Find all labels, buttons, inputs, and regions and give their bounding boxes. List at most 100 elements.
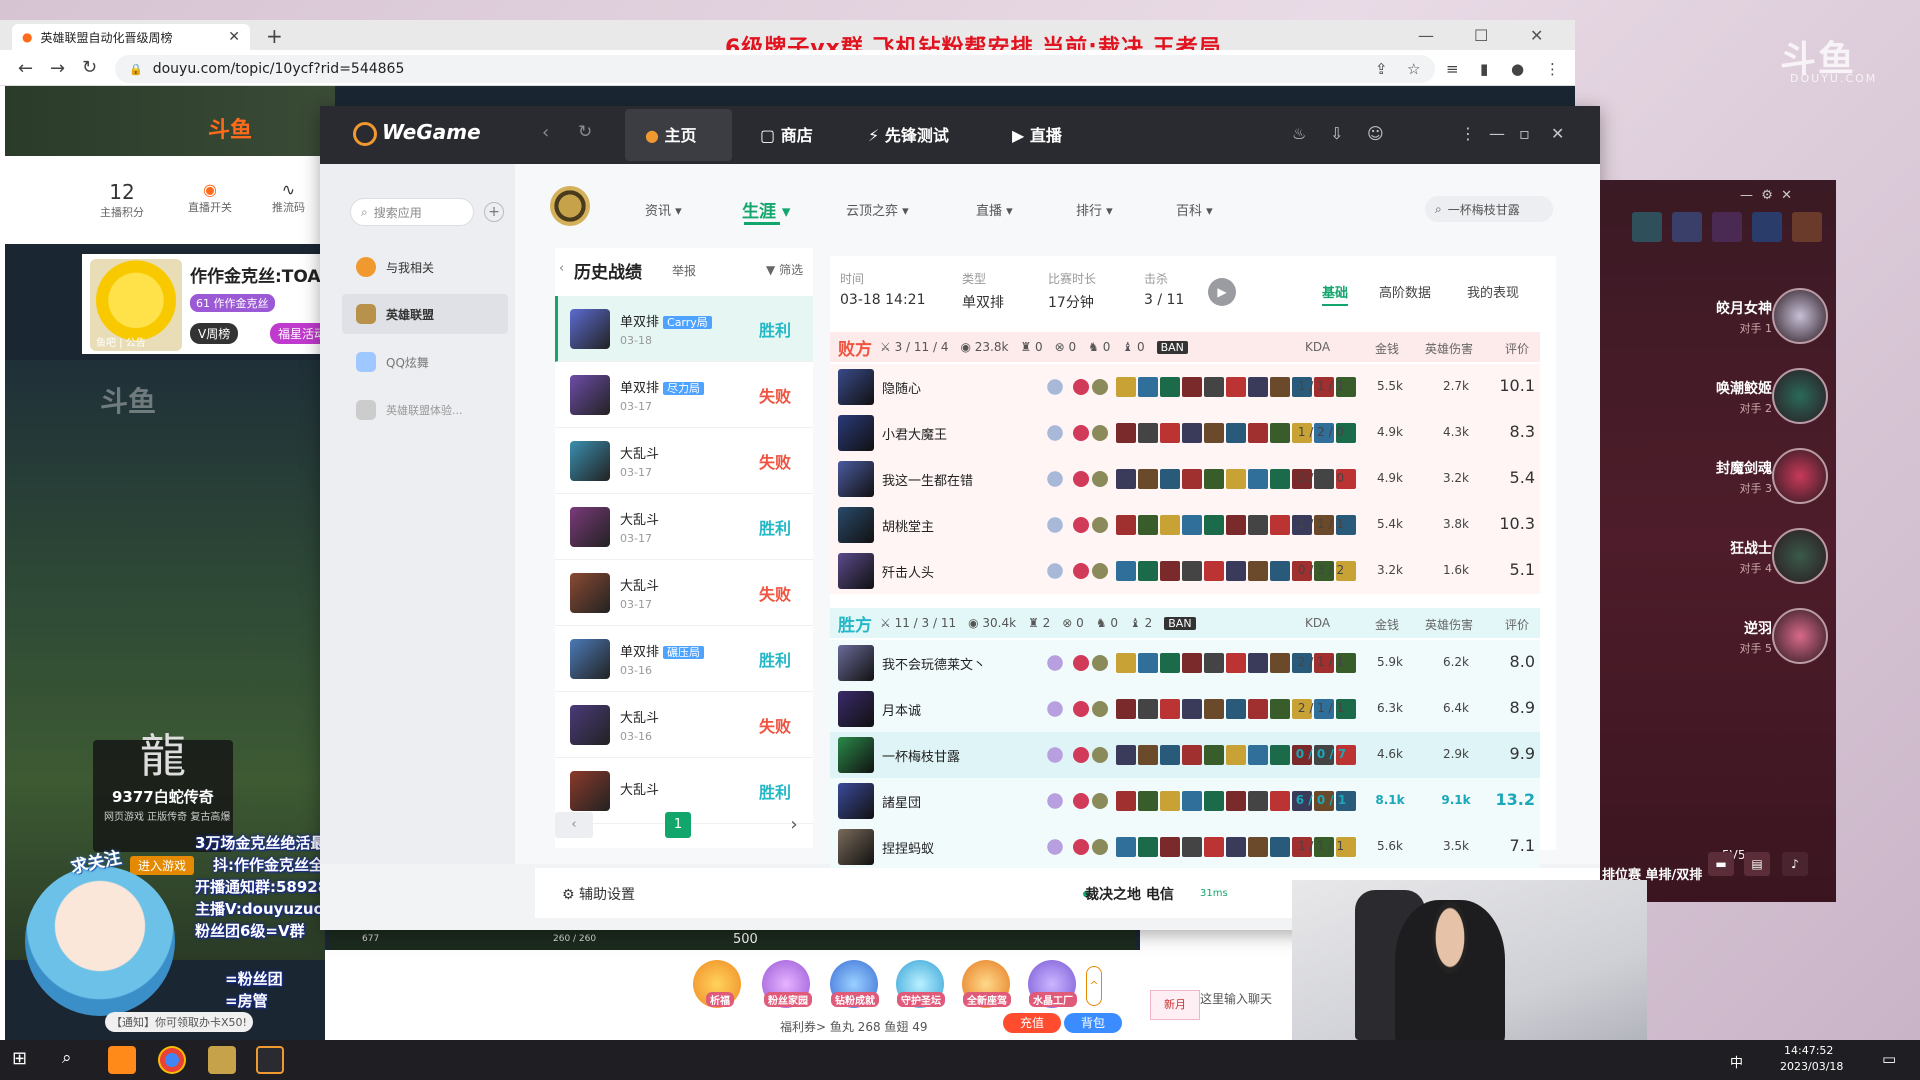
nav-career[interactable]: 生涯 ▾ (742, 197, 790, 222)
nav-tft[interactable]: 云顶之弈 ▾ (846, 200, 909, 219)
player-name[interactable]: 歼击人头 (882, 562, 1032, 581)
stat-points[interactable]: 12 主播积分 (100, 180, 144, 220)
bag-button[interactable]: 背包 (1064, 1013, 1122, 1033)
menu-icon[interactable]: ⋮ (1545, 60, 1560, 78)
notice-pill[interactable]: 【通知】你可领取办卡X50! (105, 1012, 253, 1032)
tab-store[interactable]: ▢ 商店 (760, 122, 813, 146)
refresh-icon[interactable]: ↻ (578, 122, 592, 142)
history-row[interactable]: 大乱斗 03-16 失败 (555, 692, 813, 758)
column-header[interactable]: 评价 (1505, 616, 1529, 633)
back-icon[interactable]: ‹ (542, 122, 549, 143)
column-header[interactable]: 金钱 (1375, 340, 1399, 357)
download-icon[interactable]: ⇩ (1330, 124, 1343, 143)
lol-client-icon[interactable] (208, 1046, 236, 1074)
assist-settings-button[interactable]: ⚙ 辅助设置 (562, 884, 635, 904)
media-icon[interactable]: ≡ (1446, 60, 1459, 78)
chrome-icon[interactable] (158, 1046, 186, 1074)
fan-badge[interactable]: 61 作作金克丝 (190, 294, 275, 312)
sub-labels[interactable]: 鱼吧 | 公告 (96, 334, 146, 349)
history-row[interactable]: 单双排 尽力局 03-17 失败 (555, 362, 813, 428)
douyu-logo[interactable]: 斗鱼 (208, 112, 252, 144)
close-tab-icon[interactable]: ✕ (228, 29, 240, 45)
history-row[interactable]: 大乱斗 03-17 失败 (555, 560, 813, 626)
history-row[interactable]: 大乱斗 03-17 失败 (555, 428, 813, 494)
nav-news[interactable]: 资讯 ▾ (645, 200, 682, 219)
ban-button[interactable]: BAN (1156, 340, 1188, 354)
profile-icon[interactable]: ● (1511, 60, 1524, 78)
server-name[interactable]: 裁决之地 电信 (1085, 884, 1174, 904)
minimize-icon[interactable]: — (1418, 26, 1434, 45)
chat-input[interactable]: 这里输入聊天 (1200, 990, 1272, 1007)
tab-advanced[interactable]: 高阶数据 (1379, 282, 1431, 301)
player-name[interactable]: 我这一生都在错 (882, 470, 1032, 489)
nav-wiki[interactable]: 百科 ▾ (1176, 200, 1213, 219)
player-name[interactable]: 胡桃堂主 (882, 516, 1032, 535)
collapse-icon[interactable]: ‹ (559, 261, 564, 276)
sidebar-item-qqdance[interactable]: QQ炫舞 (342, 342, 508, 382)
opponent-entry[interactable]: 狂战士 对手 4 (1600, 518, 1836, 594)
charge-button[interactable]: 充值 (1003, 1013, 1061, 1033)
tab-live[interactable]: ▶ 直播 (1012, 122, 1062, 146)
ban-button[interactable]: BAN (1164, 616, 1196, 630)
sidebar-item-related[interactable]: 与我相关 (342, 247, 508, 287)
achievement-icon[interactable]: ♨ (1292, 124, 1306, 143)
column-header[interactable]: 英雄伤害 (1425, 616, 1473, 633)
player-name[interactable]: 月本诚 (882, 700, 1032, 719)
opponent-entry[interactable]: 逆羽 对手 5 (1600, 598, 1836, 674)
player-name[interactable]: 小君大魔王 (882, 424, 1032, 443)
player-name[interactable]: 隐随心 (882, 378, 1032, 397)
history-row[interactable]: 单双排 碾压局 03-16 胜利 (555, 626, 813, 692)
sidebar-item-lol-test[interactable]: 英雄联盟体验... (342, 390, 508, 430)
column-header[interactable]: 评价 (1505, 340, 1529, 357)
filter-button[interactable]: ▼ 筛选 (766, 261, 803, 278)
history-row[interactable]: 单双排 Carry局 03-18 胜利 (555, 296, 813, 362)
nav-rank[interactable]: 排行 ▾ (1076, 200, 1113, 219)
browser-tab[interactable]: ● 英雄联盟自动化晋级周榜 ✕ (12, 24, 250, 50)
back-icon[interactable]: ← (18, 58, 33, 79)
share-icon[interactable]: ⇪ (1375, 60, 1388, 78)
lol-logo-icon[interactable] (550, 186, 590, 226)
next-page-button[interactable]: › (775, 812, 813, 838)
star-icon[interactable]: ☆ (1407, 60, 1420, 78)
player-search[interactable]: ⌕ 一杯梅枝甘露 (1425, 196, 1553, 222)
opponent-entry[interactable]: 唤潮鲛姬 对手 2 (1600, 358, 1836, 434)
opponent-entry[interactable]: 皎月女神 对手 1 (1600, 278, 1836, 354)
search-icon[interactable]: ⌕ (62, 1048, 72, 1068)
search-apps-input[interactable]: ⌕ 搜索应用 (350, 198, 474, 226)
chat-icon[interactable]: ▬ (1708, 852, 1734, 876)
player-name[interactable]: 諸星団 (882, 792, 1032, 811)
sidebar-item-lol[interactable]: 英雄联盟 (342, 294, 508, 334)
tab-pioneer[interactable]: ⚡ 先锋测试 (868, 122, 949, 146)
wegame-icon[interactable] (256, 1046, 284, 1074)
prev-page-button[interactable]: ‹ (555, 812, 593, 838)
taskbar-app-icon[interactable] (108, 1046, 136, 1074)
maximize-icon[interactable]: ▫ (1519, 124, 1530, 143)
url-field[interactable]: 🔒 douyu.com/topic/10ycf?rid=544865 (115, 55, 1435, 83)
clock-time[interactable]: 14:47:52 (1784, 1044, 1833, 1057)
tab-basic[interactable]: 基础 (1322, 282, 1349, 306)
tab-home[interactable]: ● 主页 (645, 122, 697, 146)
chat-gift-button[interactable]: 新月 (1150, 990, 1200, 1020)
notification-icon[interactable]: ▭ (1882, 1050, 1896, 1068)
sidepanel-icon[interactable]: ▮ (1480, 60, 1488, 78)
page-number[interactable]: 1 (665, 812, 691, 838)
player-name[interactable]: 捏捏蚂蚁 (882, 838, 1032, 857)
side-panel-controls[interactable]: — ⚙ ✕ (1740, 188, 1792, 203)
minimize-icon[interactable]: — (1489, 124, 1505, 143)
gift-scroll-up-icon[interactable]: ^ (1086, 966, 1102, 1006)
opponent-entry[interactable]: 封魔剑魂 对手 3 (1600, 438, 1836, 514)
close-icon[interactable]: ✕ (1551, 124, 1564, 143)
reload-icon[interactable]: ↻ (82, 57, 97, 78)
mic-icon[interactable]: ♪ (1782, 852, 1808, 876)
stat-stream-key[interactable]: ∿ 推流码 (272, 180, 305, 215)
ime-indicator[interactable]: 中 (1730, 1052, 1743, 1071)
player-name[interactable]: 一杯梅枝甘露 (882, 746, 1032, 765)
vweek-button[interactable]: V周榜 (190, 323, 239, 344)
add-app-icon[interactable]: + (484, 202, 504, 222)
report-button[interactable]: 举报 (672, 262, 696, 279)
column-header[interactable]: 金钱 (1375, 616, 1399, 633)
enter-game-button[interactable]: 进入游戏 (130, 856, 195, 875)
wegame-logo[interactable]: WeGame (382, 120, 481, 144)
maximize-icon[interactable]: ☐ (1474, 26, 1488, 45)
qq-avatar-icon[interactable]: ☺ (1367, 124, 1384, 143)
